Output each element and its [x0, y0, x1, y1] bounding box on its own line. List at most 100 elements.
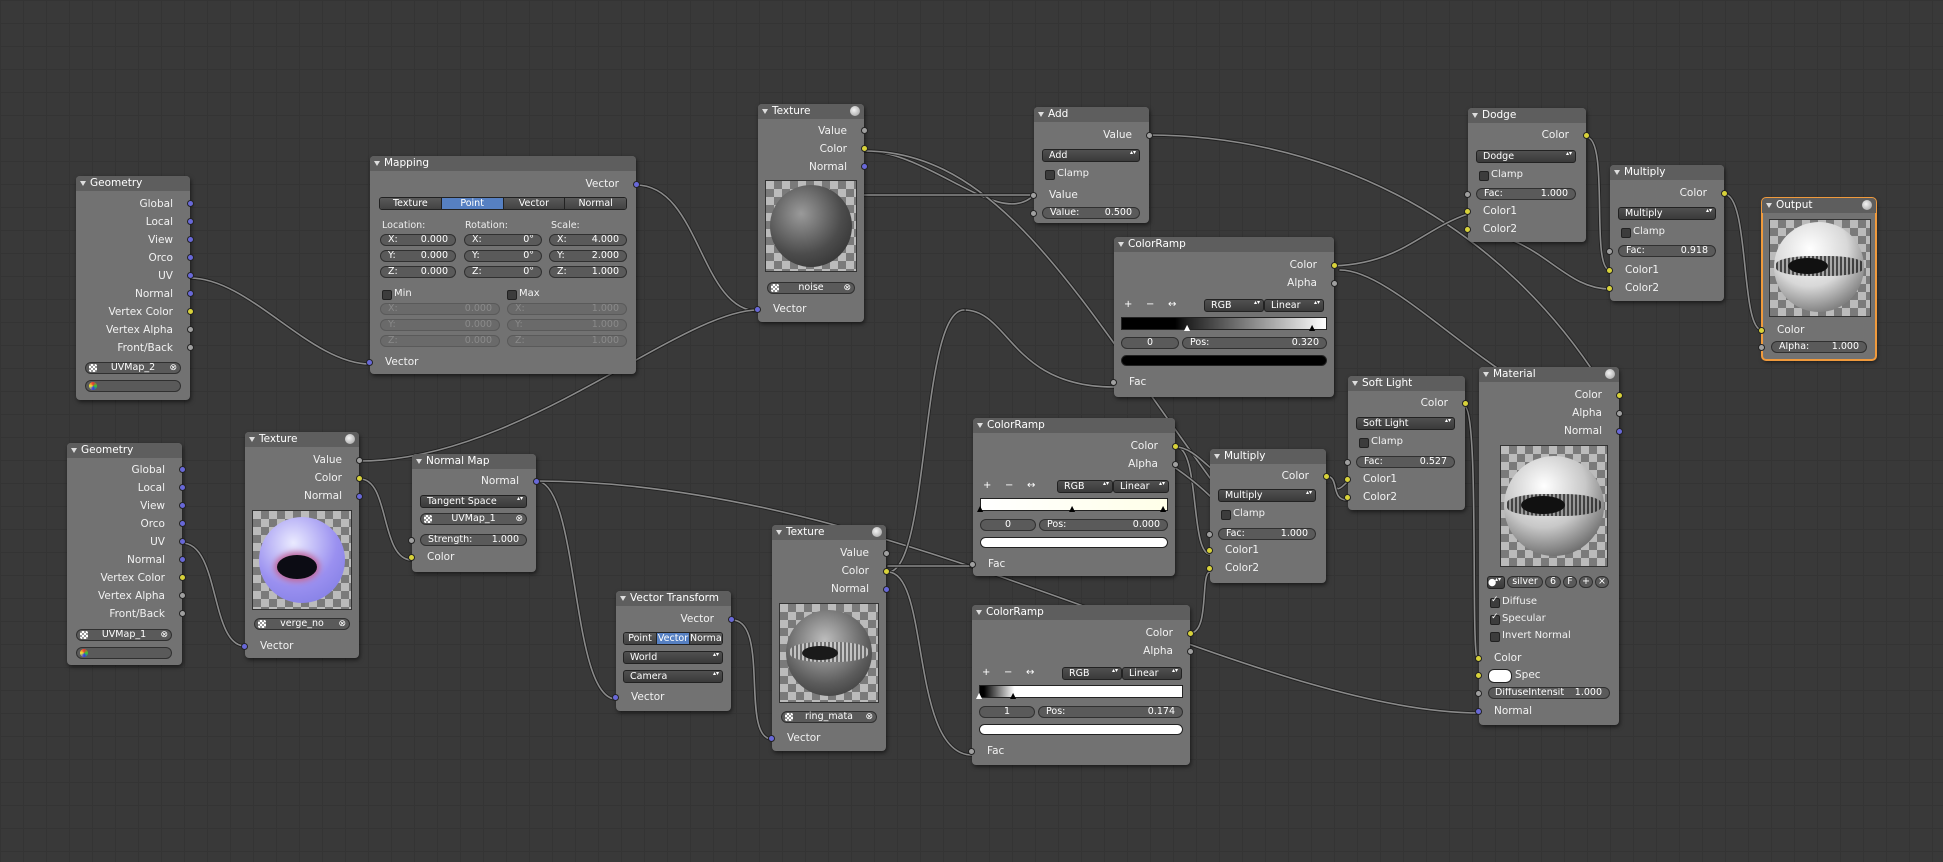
fac-field[interactable]: Fac: 1.000	[1476, 188, 1576, 200]
vertex-color-selector[interactable]	[76, 647, 172, 659]
remove-stop-icon[interactable]: −	[1004, 667, 1012, 678]
socket[interactable]	[1606, 267, 1613, 274]
material-icon[interactable]	[872, 527, 882, 537]
material-icon[interactable]	[1862, 200, 1872, 210]
min-checkbox[interactable]: Min	[382, 288, 412, 300]
socket[interactable]	[179, 556, 186, 563]
close-icon[interactable]: ⊗	[843, 283, 851, 293]
node-header[interactable]: Dodge	[1468, 108, 1586, 123]
socket[interactable]	[1616, 428, 1623, 435]
socket[interactable]	[187, 236, 194, 243]
socket[interactable]	[861, 145, 868, 152]
scale-z-field[interactable]: Z: 1.000	[549, 266, 627, 278]
socket[interactable]	[408, 537, 415, 544]
remove-stop-icon[interactable]: −	[1146, 299, 1154, 310]
material-node[interactable]: Material Color Alpha Normal ● silver 6 F…	[1475, 367, 1623, 725]
socket[interactable]	[1758, 327, 1765, 334]
socket[interactable]	[728, 616, 735, 623]
mapping-type-tabs[interactable]: Texture Point Vector Normal	[379, 197, 627, 210]
diffuse-intensity-field[interactable]: DiffuseIntensit 1.000	[1488, 687, 1610, 699]
socket[interactable]	[1758, 344, 1765, 351]
material-datablock[interactable]: ● silver 6 F + ×	[1487, 576, 1611, 589]
fac-field[interactable]: Fac: 1.000	[1218, 528, 1316, 540]
socket[interactable]	[1475, 655, 1482, 662]
spec-color-swatch[interactable]	[1488, 669, 1512, 683]
space-dropdown[interactable]: Tangent Space	[420, 495, 527, 508]
close-icon[interactable]: ⊗	[865, 712, 873, 722]
rotation-y-field[interactable]: Y: 0°	[464, 250, 542, 262]
clamp-checkbox[interactable]: Clamp	[1479, 169, 1523, 181]
stop-color-swatch[interactable]	[1121, 355, 1327, 366]
socket[interactable]	[1344, 476, 1351, 483]
material-icon[interactable]	[345, 434, 355, 444]
node-header[interactable]: Texture	[758, 104, 864, 119]
stop-index-field[interactable]: 1	[979, 706, 1035, 718]
alpha-field[interactable]: Alpha: 1.000	[1771, 341, 1867, 353]
material-icon[interactable]	[1605, 369, 1615, 379]
color-mode-dropdown[interactable]: RGB	[1062, 667, 1122, 680]
add-stop-icon[interactable]: +	[983, 480, 991, 491]
interpolation-dropdown[interactable]: Linear	[1113, 480, 1169, 493]
node-header[interactable]: Texture	[245, 432, 359, 447]
socket[interactable]	[187, 344, 194, 351]
texture-selector[interactable]: verge_no ⊗	[254, 618, 350, 630]
socket[interactable]	[179, 538, 186, 545]
clamp-checkbox[interactable]: Clamp	[1359, 436, 1403, 448]
stop-handle[interactable]: ▲	[1069, 504, 1075, 513]
socket[interactable]	[187, 308, 194, 315]
geometry-node-1[interactable]: Geometry Global Local View Orco UV Norma…	[76, 176, 194, 400]
socket[interactable]	[187, 326, 194, 333]
stop-index-field[interactable]: 0	[1121, 337, 1179, 349]
operation-dropdown[interactable]: Add	[1042, 149, 1140, 162]
location-z-field[interactable]: Z: 0.000	[380, 266, 456, 278]
convert-from-dropdown[interactable]: World	[623, 651, 723, 664]
color-mode-dropdown[interactable]: RGB	[1204, 299, 1264, 312]
close-icon[interactable]: ⊗	[515, 514, 523, 524]
socket[interactable]	[1206, 531, 1213, 538]
blend-mode-dropdown[interactable]: Multiply	[1618, 207, 1716, 220]
socket[interactable]	[187, 218, 194, 225]
socket[interactable]	[408, 554, 415, 561]
socket[interactable]	[356, 493, 363, 500]
value-field[interactable]: Value: 0.500	[1042, 207, 1140, 219]
texture-node-ring[interactable]: Texture Value Color Normal ring_mata ⊗ Ve…	[768, 525, 890, 751]
node-header[interactable]: Material	[1479, 367, 1619, 382]
node-header[interactable]: Texture	[772, 525, 886, 540]
stop-position-field[interactable]: Pos: 0.174	[1038, 706, 1183, 718]
socket[interactable]	[187, 200, 194, 207]
uv-map-selector[interactable]: UVMap_1 ⊗	[420, 513, 527, 525]
remove-stop-icon[interactable]: −	[1005, 480, 1013, 491]
socket[interactable]	[883, 568, 890, 575]
socket[interactable]	[1331, 262, 1338, 269]
stop-color-swatch[interactable]	[979, 724, 1183, 735]
mapping-node[interactable]: Mapping Vector Texture Point Vector Norm…	[366, 156, 640, 374]
node-header[interactable]: ColorRamp	[973, 418, 1175, 433]
color-mode-dropdown[interactable]: RGB	[1057, 480, 1113, 493]
socket[interactable]	[1030, 192, 1037, 199]
multiply-mix-node-mid[interactable]: Multiply Color Multiply Clamp Fac:1.000 …	[1206, 449, 1330, 583]
socket[interactable]	[1616, 410, 1623, 417]
blend-mode-dropdown[interactable]: Multiply	[1218, 489, 1316, 502]
interpolation-dropdown[interactable]: Linear	[1122, 667, 1182, 680]
socket[interactable]	[179, 484, 186, 491]
socket[interactable]	[883, 586, 890, 593]
socket[interactable]	[1616, 392, 1623, 399]
blend-mode-dropdown[interactable]: Dodge	[1476, 150, 1576, 163]
socket[interactable]	[179, 610, 186, 617]
socket[interactable]	[356, 475, 363, 482]
node-header[interactable]: ColorRamp	[972, 605, 1190, 620]
vector-transform-node[interactable]: Vector Transform Vector Point Vector Nor…	[612, 591, 735, 711]
socket[interactable]	[1462, 400, 1469, 407]
texture-selector[interactable]: noise ⊗	[767, 282, 855, 294]
socket[interactable]	[969, 561, 976, 568]
add-math-node[interactable]: Add Value Add Clamp Value Value:0.500	[1030, 107, 1153, 223]
max-checkbox[interactable]: Max	[507, 288, 540, 300]
socket[interactable]	[533, 478, 540, 485]
dodge-mix-node[interactable]: Dodge Color Dodge Clamp Fac:1.000 Color1…	[1464, 108, 1590, 242]
node-header[interactable]: Multiply	[1610, 165, 1724, 180]
socket[interactable]	[754, 306, 761, 313]
add-stop-icon[interactable]: +	[982, 667, 990, 678]
socket[interactable]	[1172, 443, 1179, 450]
flip-icon[interactable]: ↔	[1168, 299, 1176, 310]
tab-vector[interactable]: Vector	[657, 633, 690, 644]
